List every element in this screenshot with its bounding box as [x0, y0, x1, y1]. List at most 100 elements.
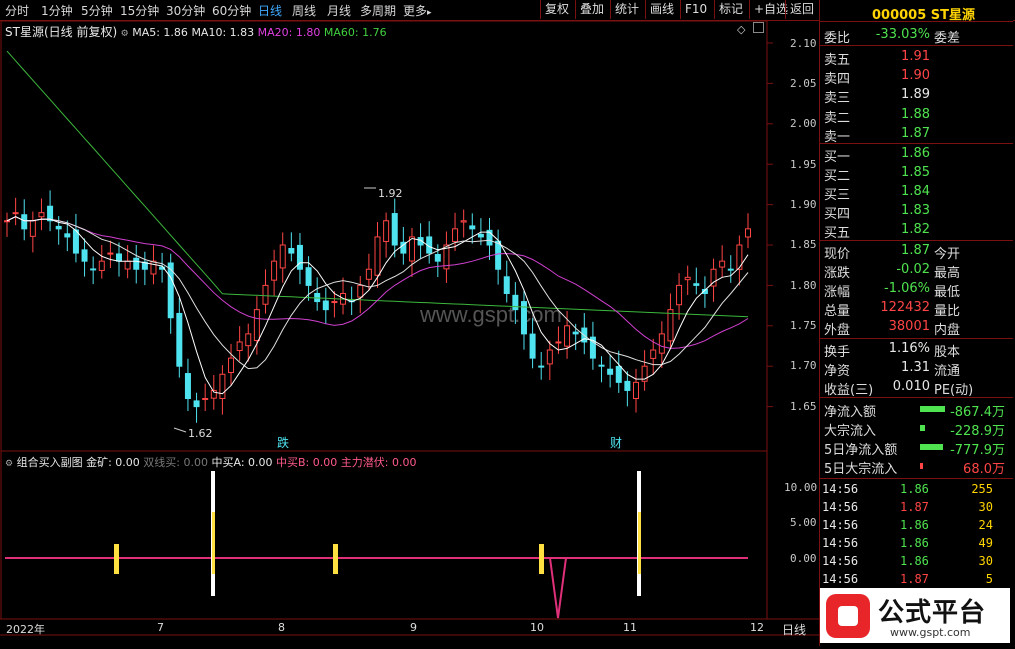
stat-row-right-label: 量比 — [934, 304, 961, 319]
jinkuang-label: 金矿: 0.00 — [86, 456, 140, 469]
candle-body — [503, 276, 510, 294]
candle-body — [107, 252, 114, 255]
stat-row-value: -0.02 — [896, 262, 930, 277]
weibi-value: -33.03% — [875, 27, 930, 42]
sub-down-spike — [548, 557, 568, 619]
sub-signal-bar — [638, 512, 641, 574]
stat2-row: 换手 1.16% 股本 — [820, 340, 1013, 360]
sub-signal-bar — [333, 544, 338, 574]
ask-row: 卖五 1.91 — [820, 48, 1013, 68]
stat2-row: 收益(三) 0.010 PE(动) — [820, 378, 1013, 398]
bid-row-value: 1.83 — [901, 203, 930, 218]
candle-body — [305, 267, 312, 286]
candle-body — [469, 225, 476, 230]
ask-row: 卖二 1.88 — [820, 106, 1013, 126]
candle-body — [495, 240, 502, 270]
zhuli-label: 主力潜伏: 0.00 — [340, 456, 417, 469]
candle-body — [98, 260, 105, 271]
candle-body — [693, 283, 700, 286]
stat-row-label: 涨跌 — [824, 266, 851, 281]
tick-row: 14:56 1.86 49 — [820, 535, 1013, 553]
candle-body — [47, 205, 54, 222]
settings-gear-icon[interactable]: ⚙ — [5, 459, 13, 469]
flow-row: 5日净流入额 -777.9万 — [820, 438, 1013, 458]
sub-signal-bar — [212, 512, 215, 574]
candle-body — [529, 333, 536, 359]
x-axis-label: 9 — [410, 621, 417, 634]
sub-y-tick-label: 5.00 — [790, 516, 817, 529]
candle-body — [676, 284, 683, 306]
event-marker-die[interactable]: 跌 — [277, 435, 289, 450]
ask-row-value: 1.89 — [901, 87, 930, 103]
candle-body — [72, 229, 79, 254]
tick-price: 1.86 — [900, 536, 929, 550]
ask-row-label: 卖三 — [824, 91, 851, 107]
candle-body — [279, 244, 286, 269]
candle-body — [124, 260, 131, 270]
bid-row-label: 买三 — [824, 188, 851, 203]
candle-body — [12, 212, 19, 215]
tick-time: 14:56 — [822, 536, 859, 550]
kline-chart[interactable]: www.gspt.com 1.92 1.62 跌 财 — [0, 0, 819, 649]
main-indicator-header: ST星源(日线 前复权) ⚙ MA5: 1.86 MA10: 1.83 MA20… — [5, 23, 387, 40]
tick-volume: 5 — [985, 572, 993, 586]
flow-bar — [920, 463, 923, 469]
y-tick-label: 1.85 — [790, 238, 817, 251]
candle-body — [357, 284, 364, 298]
bid-row: 买二 1.85 — [820, 164, 1013, 184]
flow-value: -228.9万 — [950, 424, 1005, 439]
candle-body — [55, 225, 62, 230]
candle-body — [253, 309, 260, 342]
candle-body — [245, 333, 252, 347]
tick-price: 1.86 — [900, 518, 929, 532]
tick-price: 1.86 — [900, 482, 929, 496]
y-tick-label: 1.75 — [790, 319, 817, 332]
tick-row: 14:56 1.86 255 — [820, 481, 1013, 499]
flow-label: 净流入额 — [824, 405, 877, 420]
tick-time: 14:56 — [822, 518, 859, 532]
event-marker-cai[interactable]: 财 — [610, 436, 622, 450]
candle-body — [538, 365, 545, 368]
settings-gear-icon[interactable]: ⚙ — [121, 29, 129, 39]
candle-body — [460, 220, 467, 223]
y-tick-label: 2.00 — [790, 117, 817, 130]
logo-text: 公式平台 — [878, 598, 987, 628]
diamond-icon[interactable]: ◇ — [737, 23, 745, 36]
sub-signal-bar — [114, 544, 119, 574]
period-indicator[interactable]: 日线 — [782, 621, 806, 638]
tick-volume: 30 — [978, 554, 993, 568]
sub-y-tick-label: 10.00 — [784, 481, 818, 494]
candle-body — [684, 276, 691, 281]
bid-row-value: 1.85 — [901, 165, 930, 180]
stat-row: 总量 122432 量比 — [820, 299, 1013, 319]
candle-body — [452, 228, 459, 243]
candle-body — [391, 213, 398, 246]
stat-row-right-label: 内盘 — [934, 323, 961, 338]
stat2-row-value: 1.16% — [888, 341, 930, 356]
maximize-icon[interactable] — [753, 22, 764, 33]
ask-row: 卖四 1.90 — [820, 67, 1013, 87]
tick-row: 14:56 1.86 24 — [820, 517, 1013, 535]
stat2-row-value: 1.31 — [901, 360, 930, 375]
stat2-row-label: 换手 — [824, 345, 851, 360]
flow-value: 68.0万 — [963, 462, 1005, 477]
candle-body — [477, 233, 484, 238]
candles-group — [4, 190, 751, 423]
tick-volume: 49 — [978, 536, 993, 550]
sub-signal-bar — [539, 544, 544, 574]
flow-value: -777.9万 — [950, 443, 1005, 458]
candle-body — [745, 228, 751, 238]
ask-row: 卖三 1.89 — [820, 86, 1013, 107]
tick-price: 1.87 — [900, 500, 929, 514]
flow-bar — [920, 425, 925, 431]
flow-label: 5日净流入额 — [824, 443, 898, 458]
flow-label: 大宗流入 — [824, 424, 877, 439]
candle-body — [288, 248, 295, 254]
sub-indicator-header: ⚙ 组合买入副图 金矿: 0.00 双线买: 0.00 中买A: 0.00 中买… — [5, 454, 416, 470]
y-tick-label: 1.90 — [790, 198, 817, 211]
bid-row-value: 1.84 — [901, 184, 930, 199]
quote-panel: 000005 ST星源 委比 -33.03% 委差 卖五 1.91 卖四 1.90 卖三… — [819, 0, 1013, 646]
stat-row-right-label: 最低 — [934, 285, 961, 300]
bid-row-label: 买四 — [824, 207, 851, 222]
weibi-label: 委比 — [824, 31, 851, 46]
